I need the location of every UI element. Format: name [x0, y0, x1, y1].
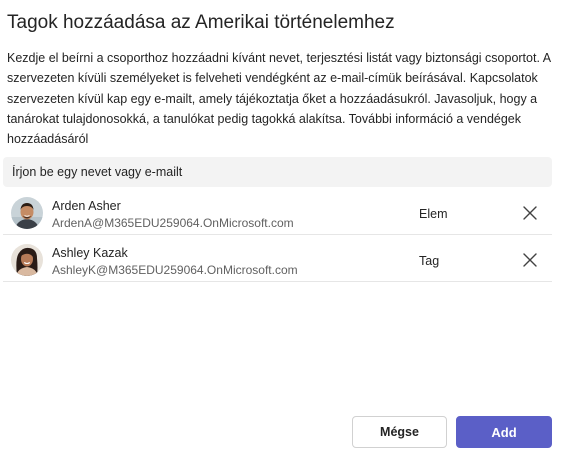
member-email: ArdenA@M365EDU259064.OnMicrosoft.com: [52, 216, 294, 230]
remove-member-button[interactable]: [520, 250, 540, 270]
cancel-button[interactable]: Mégse: [352, 416, 447, 448]
member-row: Arden Asher ArdenA@M365EDU259064.OnMicro…: [3, 188, 552, 235]
member-name: Arden Asher: [52, 199, 121, 213]
dialog-title: Tagok hozzáadása az Amerikai történelemh…: [7, 12, 395, 33]
member-name: Ashley Kazak: [52, 246, 128, 260]
search-input[interactable]: [3, 157, 552, 187]
avatar: [11, 197, 43, 229]
avatar: [11, 244, 43, 276]
member-role-dropdown[interactable]: Tag: [419, 254, 439, 268]
member-row: Ashley Kazak AshleyK@M365EDU259064.OnMic…: [3, 235, 552, 282]
member-list: Arden Asher ArdenA@M365EDU259064.OnMicro…: [3, 188, 552, 282]
dialog-description: Kezdje el beírni a csoporthoz hozzáadni …: [7, 48, 552, 149]
avatar-image: [11, 197, 43, 229]
member-role-dropdown[interactable]: Elem: [419, 207, 447, 221]
add-button[interactable]: Add: [456, 416, 552, 448]
member-email: AshleyK@M365EDU259064.OnMicrosoft.com: [52, 263, 298, 277]
remove-member-button[interactable]: [520, 203, 540, 223]
avatar-image: [11, 244, 43, 276]
close-icon: [523, 206, 537, 220]
close-icon: [523, 253, 537, 267]
